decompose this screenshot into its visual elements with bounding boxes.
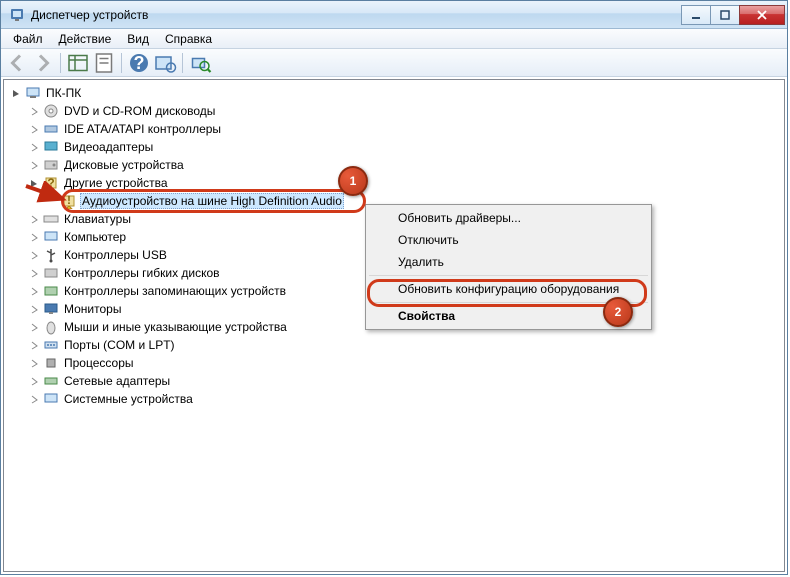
display-icon bbox=[43, 139, 59, 155]
tree-item-label[interactable]: Другие устройства bbox=[62, 175, 170, 191]
tree-item-label[interactable]: Компьютер bbox=[62, 229, 128, 245]
tree-item[interactable]: Видеоадаптеры bbox=[6, 138, 782, 156]
other-icon: ? bbox=[43, 175, 59, 191]
tree-item-label[interactable]: Дисковые устройства bbox=[62, 157, 186, 173]
tree-item-label[interactable]: Процессоры bbox=[62, 355, 136, 371]
warning-icon: ! bbox=[61, 193, 77, 209]
expander-icon[interactable] bbox=[28, 105, 40, 117]
tree-item[interactable]: DVD и CD-ROM дисководы bbox=[6, 102, 782, 120]
cm-separator bbox=[369, 302, 648, 303]
tree-item-label[interactable]: Контроллеры запоминающих устройств bbox=[62, 283, 288, 299]
update-driver-button[interactable] bbox=[188, 51, 212, 75]
expander-icon[interactable] bbox=[28, 393, 40, 405]
toolbar: ? bbox=[1, 49, 787, 77]
mouse-icon bbox=[43, 319, 59, 335]
tree-item-label[interactable]: IDE ATA/ATAPI контроллеры bbox=[62, 121, 223, 137]
cm-properties[interactable]: Свойства bbox=[368, 305, 649, 327]
computer-icon bbox=[43, 229, 59, 245]
tree-item-label[interactable]: Мыши и иные указывающие устройства bbox=[62, 319, 289, 335]
svg-text:?: ? bbox=[134, 53, 145, 73]
usb-icon bbox=[43, 247, 59, 263]
expander-icon[interactable] bbox=[28, 303, 40, 315]
maximize-button[interactable] bbox=[710, 5, 740, 25]
system-icon bbox=[43, 391, 59, 407]
show-hidden-button[interactable] bbox=[66, 51, 90, 75]
expander-icon[interactable] bbox=[28, 177, 40, 189]
expander-icon[interactable] bbox=[28, 267, 40, 279]
menubar: Файл Действие Вид Справка bbox=[1, 29, 787, 49]
tree-item[interactable]: IDE ATA/ATAPI контроллеры bbox=[6, 120, 782, 138]
floppy-icon bbox=[43, 265, 59, 281]
titlebar[interactable]: Диспетчер устройств bbox=[1, 1, 787, 29]
expander-icon[interactable] bbox=[28, 249, 40, 261]
cm-delete[interactable]: Удалить bbox=[368, 251, 649, 273]
menu-view[interactable]: Вид bbox=[119, 30, 157, 48]
expander-icon[interactable] bbox=[28, 213, 40, 225]
back-button bbox=[5, 51, 29, 75]
computer-icon bbox=[25, 85, 41, 101]
tree-item[interactable]: Сетевые адаптеры bbox=[6, 372, 782, 390]
disk-icon bbox=[43, 157, 59, 173]
tree-item-label[interactable]: Контроллеры гибких дисков bbox=[62, 265, 222, 281]
tree-item-label[interactable]: Системные устройства bbox=[62, 391, 195, 407]
cm-separator bbox=[369, 275, 648, 276]
scan-button[interactable] bbox=[153, 51, 177, 75]
expander-icon[interactable] bbox=[28, 375, 40, 387]
expander-icon[interactable] bbox=[28, 141, 40, 153]
toolbar-separator bbox=[182, 53, 183, 73]
expander-icon[interactable] bbox=[28, 339, 40, 351]
expander-icon[interactable] bbox=[28, 357, 40, 369]
cm-disable[interactable]: Отключить bbox=[368, 229, 649, 251]
expander-icon[interactable] bbox=[10, 87, 22, 99]
cpu-icon bbox=[43, 355, 59, 371]
expander-icon[interactable] bbox=[28, 159, 40, 171]
window-controls bbox=[682, 1, 785, 28]
tree-item-label-selected[interactable]: Аудиоустройство на шине High Definition … bbox=[80, 193, 344, 209]
tree-item-label[interactable]: Клавиатуры bbox=[62, 211, 133, 227]
expander-icon[interactable] bbox=[28, 321, 40, 333]
window-title: Диспетчер устройств bbox=[31, 8, 682, 22]
cd-icon bbox=[43, 103, 59, 119]
keyboard-icon bbox=[43, 211, 59, 227]
minimize-button[interactable] bbox=[681, 5, 711, 25]
cm-update-drivers[interactable]: Обновить драйверы... bbox=[368, 207, 649, 229]
tree-root[interactable]: ПК-ПК bbox=[6, 84, 782, 102]
menu-action[interactable]: Действие bbox=[51, 30, 120, 48]
tree-item[interactable]: Порты (COM и LPT) bbox=[6, 336, 782, 354]
toolbar-separator bbox=[121, 53, 122, 73]
expander-icon[interactable] bbox=[28, 231, 40, 243]
context-menu: Обновить драйверы... Отключить Удалить О… bbox=[365, 204, 652, 330]
expander-icon[interactable] bbox=[28, 123, 40, 135]
app-icon bbox=[9, 7, 25, 23]
tree-item-label[interactable]: Мониторы bbox=[62, 301, 123, 317]
tree-item-other-devices[interactable]: ? Другие устройства bbox=[6, 174, 782, 192]
cm-scan-hardware[interactable]: Обновить конфигурацию оборудования bbox=[368, 278, 649, 300]
menu-file[interactable]: Файл bbox=[5, 30, 51, 48]
tree-item-label[interactable]: Видеоадаптеры bbox=[62, 139, 155, 155]
forward-button bbox=[31, 51, 55, 75]
menu-help[interactable]: Справка bbox=[157, 30, 220, 48]
tree-item-label[interactable]: Порты (COM и LPT) bbox=[62, 337, 177, 353]
svg-text:!: ! bbox=[67, 193, 71, 207]
toolbar-separator bbox=[60, 53, 61, 73]
tree-item-label[interactable]: DVD и CD-ROM дисководы bbox=[62, 103, 217, 119]
properties-button[interactable] bbox=[92, 51, 116, 75]
tree-item[interactable]: Дисковые устройства bbox=[6, 156, 782, 174]
expander-icon[interactable] bbox=[28, 285, 40, 297]
help-button[interactable]: ? bbox=[127, 51, 151, 75]
close-button[interactable] bbox=[739, 5, 785, 25]
tree-item[interactable]: Системные устройства bbox=[6, 390, 782, 408]
tree-root-label[interactable]: ПК-ПК bbox=[44, 85, 83, 101]
tree-item-label[interactable]: Контроллеры USB bbox=[62, 247, 169, 263]
monitor-icon bbox=[43, 301, 59, 317]
port-icon bbox=[43, 337, 59, 353]
storage-icon bbox=[43, 283, 59, 299]
tree-item[interactable]: Процессоры bbox=[6, 354, 782, 372]
network-icon bbox=[43, 373, 59, 389]
device-manager-window: Диспетчер устройств Файл Действие Вид Сп… bbox=[0, 0, 788, 575]
ide-icon bbox=[43, 121, 59, 137]
tree-item-label[interactable]: Сетевые адаптеры bbox=[62, 373, 172, 389]
svg-text:?: ? bbox=[47, 176, 54, 190]
